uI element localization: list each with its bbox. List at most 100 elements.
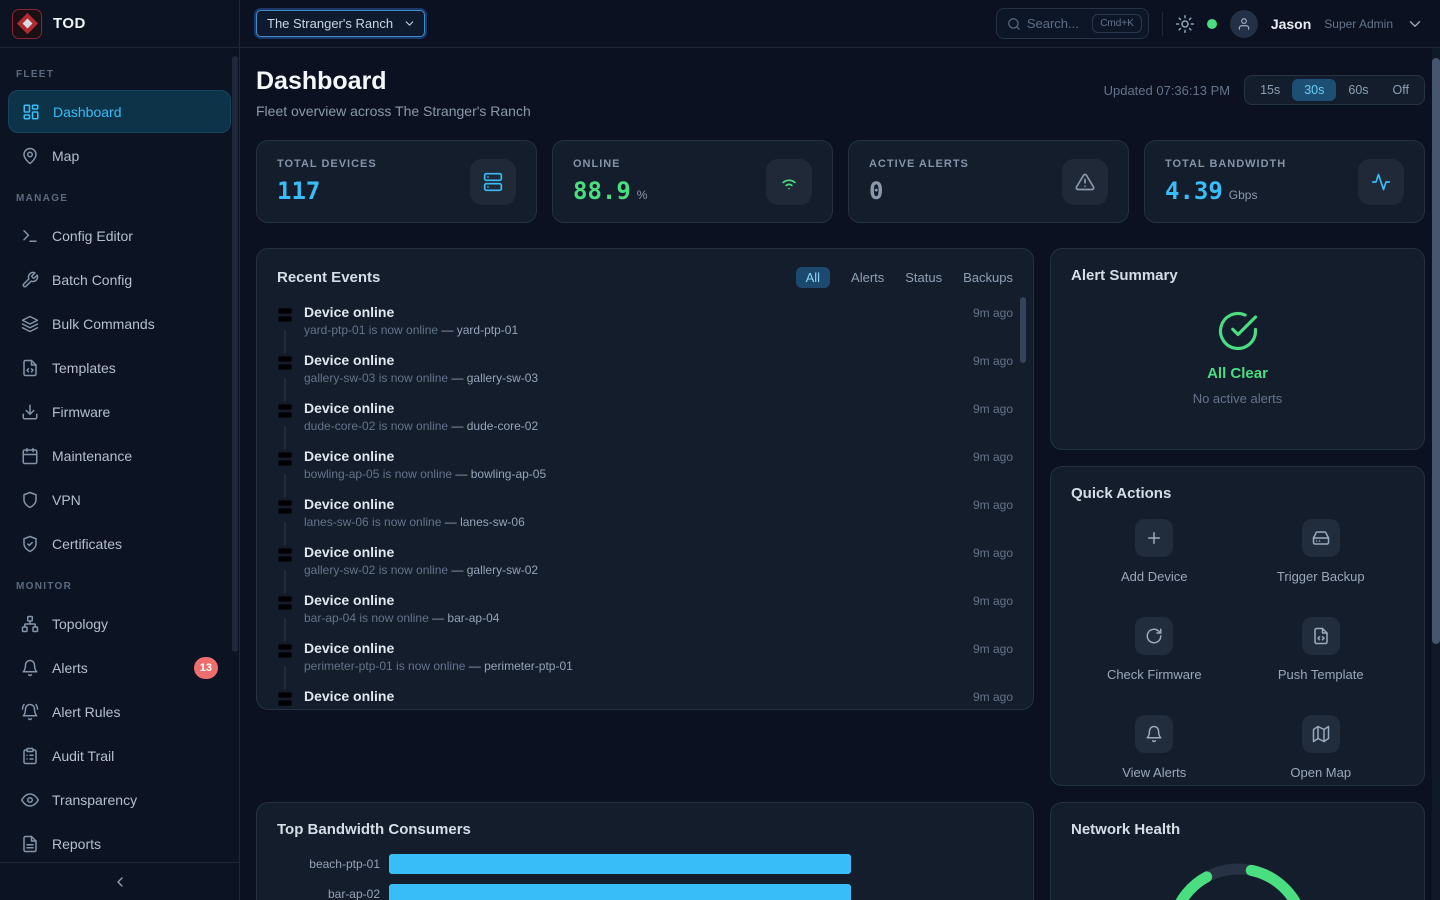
event-row[interactable]: Device online 9m ago yard-ptp-01 is now … <box>277 304 1013 338</box>
page-scrollbar[interactable] <box>1432 48 1440 900</box>
events-filter-tabs: All Alerts Status Backups <box>796 267 1013 288</box>
sidebar-item-firmware[interactable]: Firmware <box>8 390 231 433</box>
refresh-interval-control: 15s30s60sOff <box>1244 75 1425 105</box>
event-row[interactable]: Device online 9m ago lanes-sw-06 is now … <box>277 496 1013 530</box>
stat-icon-tile <box>1062 159 1108 205</box>
events-scrollbar[interactable] <box>1020 297 1026 363</box>
quick-action-open-map[interactable]: Open Map <box>1238 715 1405 780</box>
stat-icon-tile <box>1358 159 1404 205</box>
quick-action-push-template[interactable]: Push Template <box>1238 617 1405 682</box>
wrench-icon <box>21 271 39 289</box>
bandwidth-bar-track <box>389 854 1013 874</box>
event-row[interactable]: Device online 9m ago perimeter-ptp-01 is… <box>277 640 1013 674</box>
refresh-option-30s[interactable]: 30s <box>1292 79 1336 101</box>
quick-action-add-device[interactable]: Add Device <box>1071 519 1238 584</box>
file-text-icon <box>21 835 39 853</box>
sidebar-item-label: Config Editor <box>52 228 133 244</box>
event-row[interactable]: Device online 9m ago gallery-sw-03 is no… <box>277 352 1013 386</box>
sidebar-item-maintenance[interactable]: Maintenance <box>8 434 231 477</box>
event-row[interactable]: Device online 9m ago gallery-sw-02 is no… <box>277 544 1013 578</box>
event-message: bar-ap-04 is now online — bar-ap-04 <box>304 611 1013 625</box>
calendar-icon <box>21 447 39 465</box>
events-tab-alerts[interactable]: Alerts <box>851 270 884 285</box>
nav-section-monitor: MONITOR <box>0 566 239 601</box>
sidebar-item-certificates[interactable]: Certificates <box>8 522 231 565</box>
event-message: bowling-ap-05 is now online — bowling-ap… <box>304 467 1013 481</box>
bandwidth-bar <box>389 884 851 900</box>
events-tab-backups[interactable]: Backups <box>963 270 1013 285</box>
search-shortcut-badge: Cmd+K <box>1092 14 1142 33</box>
nav-section-fleet: FLEET <box>0 54 239 89</box>
theme-toggle-button[interactable] <box>1176 15 1194 33</box>
page-scrollbar-thumb[interactable] <box>1432 58 1440 644</box>
stat-card-online: ONLINE 88.9 % <box>552 140 833 223</box>
sidebar-item-alerts[interactable]: Alerts 13 <box>8 646 231 689</box>
bell-icon <box>21 659 39 677</box>
quick-action-view-alerts[interactable]: View Alerts <box>1071 715 1238 780</box>
sidebar-item-templates[interactable]: Templates <box>8 346 231 389</box>
quick-action-label: Check Firmware <box>1107 667 1202 682</box>
stat-value: 0 <box>869 177 883 205</box>
sidebar-item-label: Certificates <box>52 536 122 552</box>
refresh-option-off[interactable]: Off <box>1381 79 1421 101</box>
event-row[interactable]: Device online 9m ago bowling-ap-05 is no… <box>277 448 1013 482</box>
alert-summary-panel: Alert Summary All Clear No active alerts <box>1050 248 1425 450</box>
sidebar-collapse-button[interactable] <box>0 862 239 900</box>
network-health-panel: Network Health 88 <box>1050 802 1425 900</box>
event-row[interactable]: Device online 9m ago <box>277 688 1013 710</box>
quick-action-tile <box>1135 617 1173 655</box>
sidebar-item-topology[interactable]: Topology <box>8 602 231 645</box>
events-tab-all[interactable]: All <box>796 267 830 288</box>
layout-dashboard-icon <box>22 103 40 121</box>
search-box[interactable]: Cmd+K <box>996 8 1149 39</box>
server-icon <box>277 497 293 522</box>
content: Dashboard Fleet overview across The Stra… <box>240 48 1440 900</box>
server-icon <box>277 305 293 330</box>
sidebar-item-transparency[interactable]: Transparency <box>8 778 231 821</box>
sidebar-item-vpn[interactable]: VPN <box>8 478 231 521</box>
sidebar-item-label: Maintenance <box>52 448 132 464</box>
stat-card-active-alerts: ACTIVE ALERTS 0 <box>848 140 1129 223</box>
search-input[interactable] <box>1027 16 1086 31</box>
stat-unit: Gbps <box>1229 188 1258 202</box>
sidebar-item-dashboard[interactable]: Dashboard <box>8 90 231 133</box>
refresh-option-15s[interactable]: 15s <box>1248 79 1292 101</box>
page-title: Dashboard <box>256 67 531 96</box>
sidebar-item-batch-config[interactable]: Batch Config <box>8 258 231 301</box>
bandwidth-title: Top Bandwidth Consumers <box>277 821 471 838</box>
network-icon <box>21 615 39 633</box>
quick-actions-title: Quick Actions <box>1071 485 1171 502</box>
plus-icon <box>1145 529 1163 547</box>
sidebar-item-bulk-commands[interactable]: Bulk Commands <box>8 302 231 345</box>
sidebar-scrollbar[interactable] <box>232 56 238 652</box>
stat-value: 88.9 <box>573 177 631 205</box>
site-selector-value: The Stranger's Ranch <box>267 16 393 31</box>
chevron-left-icon <box>112 874 128 890</box>
sidebar-item-map[interactable]: Map <box>8 134 231 177</box>
sidebar-item-reports[interactable]: Reports <box>8 822 231 862</box>
quick-action-check-firmware[interactable]: Check Firmware <box>1071 617 1238 682</box>
sidebar-item-label: Audit Trail <box>52 748 114 764</box>
events-tab-status[interactable]: Status <box>905 270 942 285</box>
sidebar-item-audit-trail[interactable]: Audit Trail <box>8 734 231 777</box>
download-icon <box>21 403 39 421</box>
event-row[interactable]: Device online 9m ago dude-core-02 is now… <box>277 400 1013 434</box>
sun-icon <box>1176 15 1194 33</box>
sidebar-item-config-editor[interactable]: Config Editor <box>8 214 231 257</box>
sidebar-item-label: Alerts <box>52 660 88 676</box>
sidebar-item-alert-rules[interactable]: Alert Rules <box>8 690 231 733</box>
event-title: Device online <box>304 592 394 608</box>
chevron-down-icon <box>403 17 416 30</box>
event-row[interactable]: Device online 9m ago bar-ap-04 is now on… <box>277 592 1013 626</box>
quick-action-trigger-backup[interactable]: Trigger Backup <box>1238 519 1405 584</box>
quick-action-tile <box>1302 715 1340 753</box>
bandwidth-row: beach-ptp-01 <box>277 854 1013 874</box>
quick-action-tile <box>1302 617 1340 655</box>
chevron-down-icon <box>1406 15 1424 33</box>
refresh-option-60s[interactable]: 60s <box>1336 79 1380 101</box>
user-menu-button[interactable] <box>1406 15 1424 33</box>
quick-action-tile <box>1135 519 1173 557</box>
site-selector[interactable]: The Stranger's Ranch <box>256 10 425 37</box>
avatar[interactable] <box>1230 10 1258 38</box>
event-time: 9m ago <box>973 306 1013 320</box>
